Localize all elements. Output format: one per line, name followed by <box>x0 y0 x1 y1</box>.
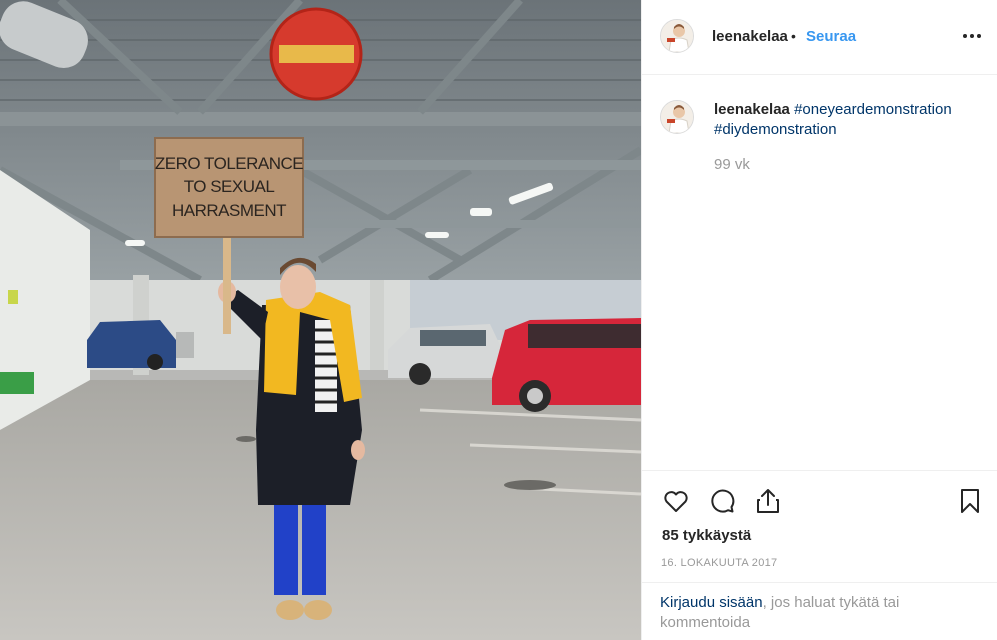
post-caption: leenakelaa #oneyeardemonstration #diydem… <box>714 100 984 140</box>
profile-avatar-icon <box>661 20 693 52</box>
avatar[interactable] <box>660 19 694 53</box>
header-username[interactable]: leenakelaa <box>712 28 788 45</box>
sign-line-3: HARRASMENT <box>172 201 286 220</box>
profile-avatar-icon <box>661 101 693 133</box>
like-count[interactable]: 85 tykkäystä <box>662 527 751 544</box>
parking-garage-photo: ZERO TOLERANCE TO SEXUAL HARRASMENT <box>0 0 641 640</box>
comment-button[interactable] <box>708 487 736 515</box>
save-button[interactable] <box>956 487 984 515</box>
follow-button[interactable]: Seuraa <box>806 28 856 45</box>
sign-line-1: ZERO TOLERANCE <box>155 154 303 173</box>
more-options-button[interactable] <box>960 24 984 48</box>
login-prompt: Kirjaudu sisään, jos haluat tykätä tai k… <box>642 582 997 640</box>
post-actions: 85 tykkäystä 16. LOKAKUUTA 2017 <box>642 470 997 582</box>
login-text: Kirjaudu sisään, jos haluat tykätä tai k… <box>660 593 980 633</box>
post-header: leenakelaa • Seuraa <box>642 0 997 75</box>
like-button[interactable] <box>662 487 690 515</box>
login-link[interactable]: Kirjaudu sisään <box>660 594 763 611</box>
header-separator: • <box>791 28 796 44</box>
hashtag-link[interactable]: #oneyeardemonstration <box>794 101 952 118</box>
bookmark-icon <box>961 489 979 513</box>
heart-icon <box>664 491 688 512</box>
post-side-panel: leenakelaa • Seuraa leenakelaa #oneyeard… <box>641 0 997 640</box>
sign-line-2: TO SEXUAL <box>184 177 275 196</box>
caption-username[interactable]: leenakelaa <box>714 101 790 118</box>
post-date: 16. LOKAKUUTA 2017 <box>661 557 778 569</box>
more-dots-icon <box>963 34 981 38</box>
caption-avatar[interactable] <box>660 100 694 134</box>
share-button[interactable] <box>754 487 782 515</box>
post-photo[interactable]: ZERO TOLERANCE TO SEXUAL HARRASMENT <box>0 0 641 640</box>
share-icon <box>757 489 779 513</box>
comment-icon <box>711 489 735 513</box>
hashtag-link[interactable]: #diydemonstration <box>714 121 837 138</box>
caption-age[interactable]: 99 vk <box>714 156 750 173</box>
